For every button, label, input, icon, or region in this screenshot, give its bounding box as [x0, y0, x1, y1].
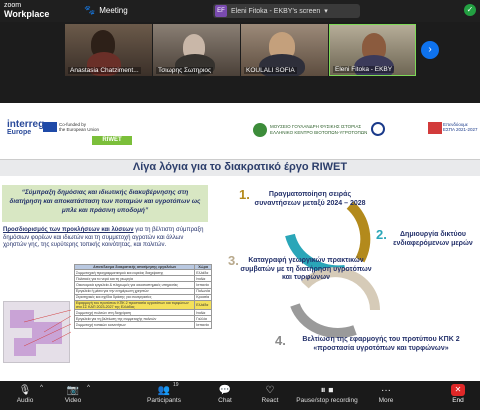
cycle-arc-4 [290, 303, 357, 338]
meeting-menu[interactable]: 🐾 Meeting [84, 5, 128, 16]
shared-screen-slide: interreg Europe Co-funded by the Europea… [0, 103, 480, 381]
heart-icon: ♡ [265, 385, 275, 396]
video-strip: Anastasia Chatziment... Τσιωρης Σωτηριος… [0, 22, 480, 77]
intro-paragraph: Προσδιορισμός των προκλήσεων και λύσεων … [3, 227, 208, 250]
chat-label: Chat [218, 397, 232, 404]
participant-name: Τσιωρης Σωτηριος [156, 67, 214, 74]
more-label: More [378, 397, 394, 404]
audio-button[interactable]: 🎙 Audio [14, 384, 36, 404]
museum-logo-icon [253, 123, 267, 137]
participant-name: Anastasia Chatziment... [68, 67, 141, 74]
chat-icon: 💬 [218, 385, 232, 396]
step-text-2: Δημιουργία δικτύου ενδιαφερόμενων μερών [393, 231, 473, 247]
share-label: Eleni Fitoka - EKBY's screen [231, 7, 321, 15]
app-logo: zoom Workplace [4, 2, 49, 19]
map-connection-lines [23, 309, 71, 347]
museum-text: ΜΟΥΣΕΙΟ ΓΟΥΛΑΝΔΡΗ ΦΥΣΙΚΗΣ ΙΣΤΟΡΙΑΣ ΕΛΛΗΝ… [270, 124, 367, 135]
table-cell-country: Ελλάδα [194, 299, 212, 310]
espa-text: Επενδύουμε ΕΣΠΑ 2021-2027 [443, 122, 478, 132]
audio-options-caret[interactable]: ^ [40, 384, 43, 391]
next-page-button[interactable]: › [421, 41, 439, 59]
participants-count-badge: 19 [173, 382, 179, 388]
step-text-4: Βελτίωση της εφαρμογής του προτύπου ΚΠΚ … [302, 336, 460, 352]
video-label: Video [64, 397, 82, 404]
cofund-text: Co-funded by the European Union [59, 122, 99, 132]
table-cell-text: Συμμετοχή τοπικών κοινοτήτων [73, 321, 196, 329]
participant-name: Eleni Fitoka - EKBY [333, 66, 395, 73]
slide-title: Λίγα λόγια για το διακρατικό έργο RIWET [132, 161, 348, 173]
video-options-caret[interactable]: ^ [87, 384, 90, 391]
ministry-seal-icon [371, 122, 385, 136]
step-text-1: Πραγματοποίηση σειράς συναντήσεων μεταξύ… [254, 191, 366, 207]
react-button[interactable]: ♡ React [260, 384, 280, 404]
step-number-1: 1. [239, 187, 250, 202]
europe-map [3, 301, 71, 363]
chevron-down-icon: ▾ [324, 8, 328, 15]
table-cell-text: Εφαρμογή του προτύπου ΚΠΚ 2 προστασία υγ… [73, 299, 196, 310]
record-icon: ⏸ ⏹ [320, 385, 334, 396]
interreg-logo-sub: Europe [7, 129, 32, 136]
cofund-line: the European Union [59, 127, 100, 132]
quote-box: “Σύμπραξη δημόσιας και ιδιωτικής διακυβέ… [2, 185, 208, 222]
meeting-label: Meeting [99, 6, 128, 15]
museum-line: ΜΟΥΣΕΙΟ ΓΟΥΛΑΝΔΡΗ ΦΥΣΙΚΗΣ ΙΣΤΟΡΙΑΣ [270, 124, 362, 129]
sharer-avatar: EF [215, 5, 227, 17]
logo-bar: interreg Europe Co-funded by the Europea… [0, 103, 480, 147]
chat-button[interactable]: 💬 Chat [215, 384, 235, 404]
participant-name: KOULALI SOFIA [244, 67, 297, 74]
video-tile[interactable]: KOULALI SOFIA [241, 24, 328, 76]
step-text-3: Καταγραφή γεωργικών πρακτικών συμβατών μ… [240, 257, 372, 281]
espa-logo-icon [428, 122, 442, 134]
cycle-arc-1 [346, 201, 371, 263]
microphone-icon: 🎙 [18, 385, 32, 396]
video-tile[interactable]: Τσιωρης Σωτηριος [153, 24, 240, 76]
more-icon: ··· [381, 385, 391, 396]
table-cell-country: Ισπανία [194, 321, 212, 329]
paw-icon: 🐾 [84, 5, 96, 15]
end-button[interactable]: ✕ End [449, 384, 467, 404]
security-shield-icon[interactable]: ✓ [464, 4, 476, 16]
para-bold: Προσδιορισμός των προκλήσεων και λύσεων [3, 227, 134, 233]
close-icon: ✕ [451, 384, 465, 396]
table-row: Εφαρμογή του προτύπου ΚΠΚ 2 προστασία υγ… [73, 299, 212, 310]
tools-table: Αποτέλεσμα διακρατικής αποτίμησης εργαλε… [73, 264, 212, 329]
step-number-4: 4. [275, 333, 286, 348]
table-row: Συμμετοχή τοπικών κοινοτήτων Ισπανία [73, 321, 212, 329]
interreg-logo: interreg Europe [7, 120, 44, 137]
video-tile[interactable]: Anastasia Chatziment... [65, 24, 152, 76]
recording-label: Pause/stop recording [296, 397, 358, 404]
end-label: End [452, 397, 464, 404]
museum-line: ΕΛΛΗΝΙΚΟ ΚΕΝΤΡΟ ΒΙΟΤΟΠΩΝ-ΥΓΡΟΤΟΠΩΝ [270, 129, 368, 135]
brand-line1: zoom [4, 2, 22, 9]
screen-share-indicator[interactable]: EF Eleni Fitoka - EKBY's screen ▾ [213, 4, 360, 18]
react-label: React [261, 397, 279, 404]
brand-line2: Workplace [4, 9, 50, 19]
espa-line: ΕΣΠΑ 2021-2027 [443, 127, 478, 132]
zoom-window: zoom Workplace 🐾 Meeting EF Eleni Fitoka… [0, 0, 480, 410]
camera-icon: 📷 [66, 385, 80, 396]
eu-flag-icon [43, 122, 57, 132]
top-bar: zoom Workplace 🐾 Meeting EF Eleni Fitoka… [0, 0, 480, 22]
riwet-label: RIWET [92, 136, 132, 145]
participants-label: Participants [147, 397, 181, 404]
audio-label: Audio [16, 397, 34, 404]
step-number-2: 2. [376, 227, 387, 242]
video-button[interactable]: 📷 Video [62, 384, 84, 404]
meeting-controls: 🎙 Audio ^ 📷 Video ^ 👥 Participants 19 💬 … [0, 381, 480, 410]
more-button[interactable]: ··· More [375, 384, 397, 404]
pause-stop-recording-button[interactable]: ⏸ ⏹ Pause/stop recording [294, 384, 360, 404]
video-tile-active-speaker[interactable]: Eleni Fitoka - EKBY [329, 24, 416, 76]
